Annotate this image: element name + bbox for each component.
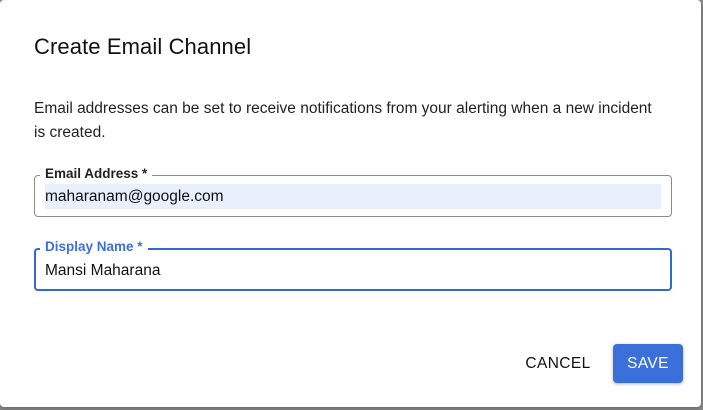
email-address-label: Email Address * xyxy=(40,165,153,183)
display-name-label: Display Name * xyxy=(40,238,148,256)
cancel-button[interactable]: CANCEL xyxy=(516,344,600,383)
dialog-title: Create Email Channel xyxy=(34,34,252,59)
create-email-channel-dialog: Create Email Channel Email addresses can… xyxy=(0,0,701,407)
display-name-input[interactable] xyxy=(45,258,645,283)
dialog-description: Email addresses can be set to receive no… xyxy=(34,100,652,141)
email-address-field: Email Address * xyxy=(34,165,672,217)
display-name-field: Display Name * xyxy=(34,238,672,291)
email-address-input[interactable] xyxy=(45,184,661,209)
save-button[interactable]: SAVE xyxy=(613,344,683,383)
